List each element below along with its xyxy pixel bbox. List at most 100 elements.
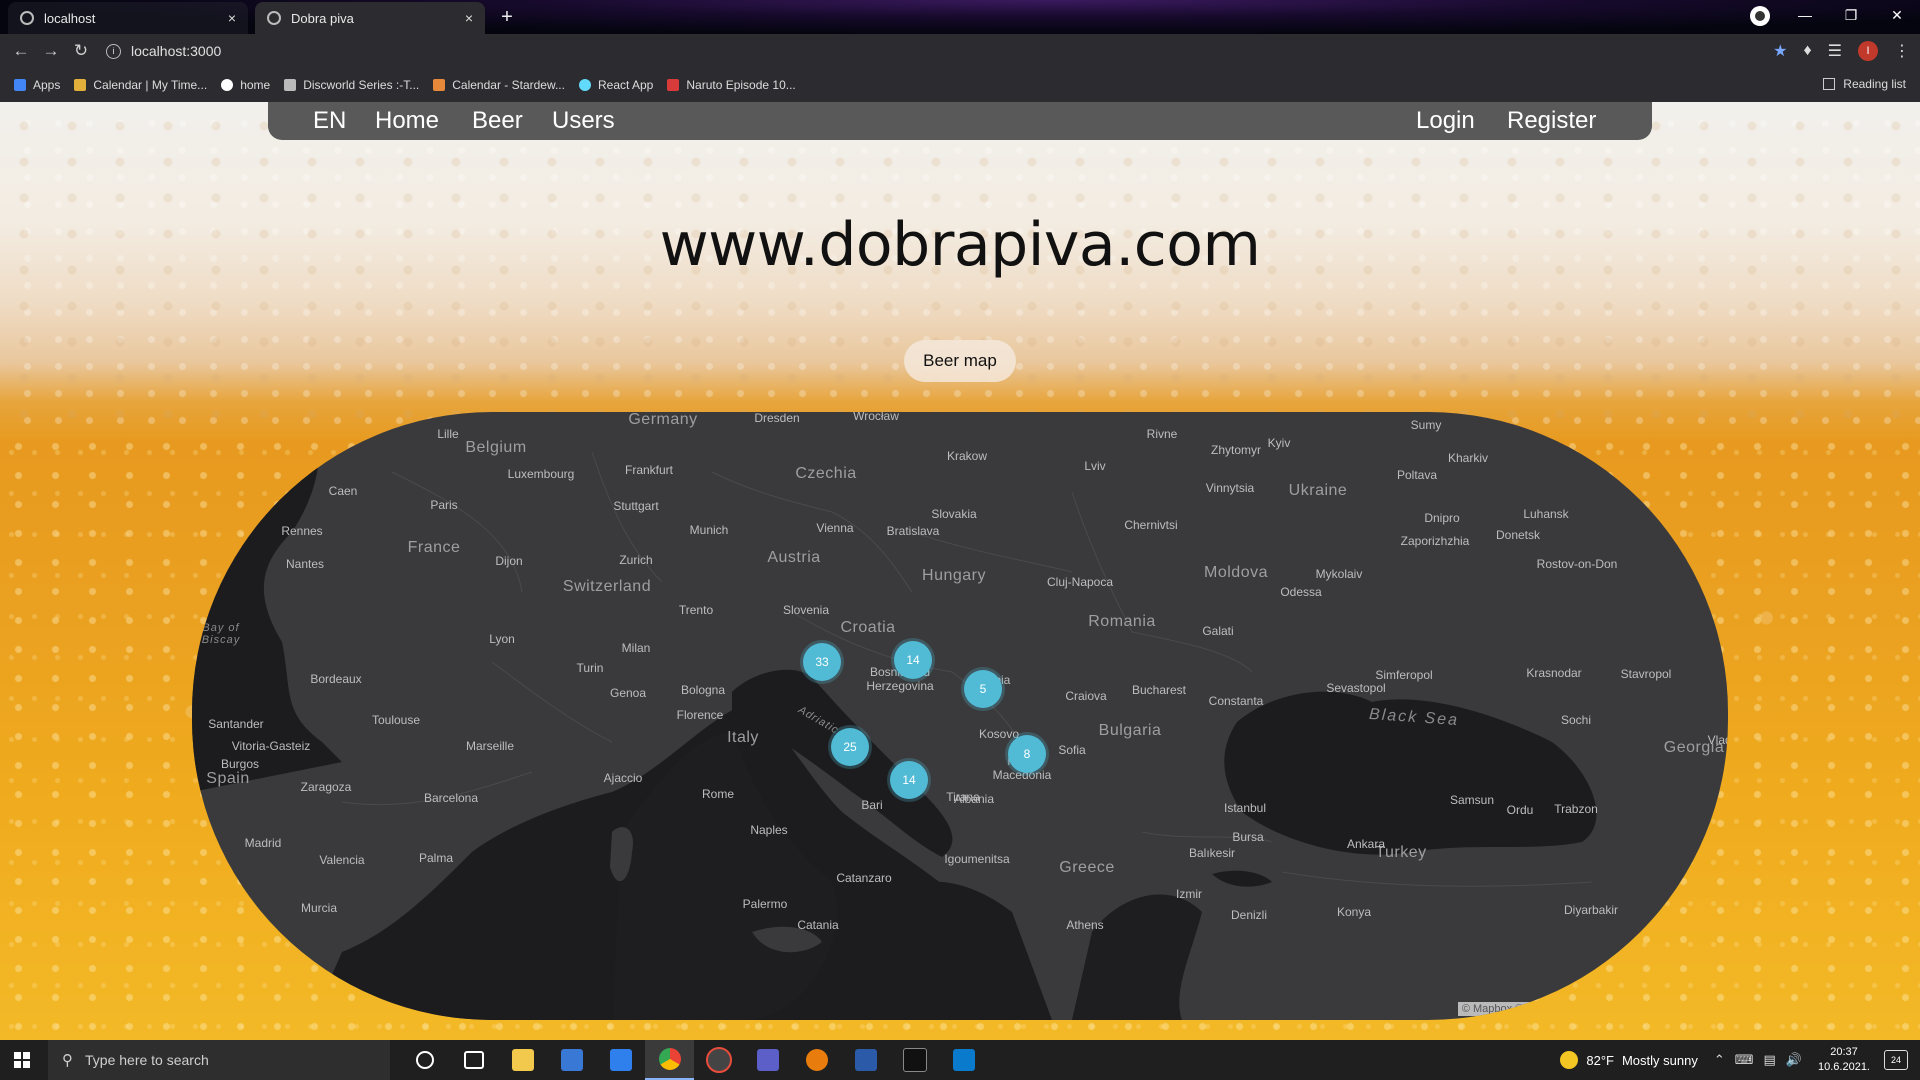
powershell-icon[interactable] <box>841 1040 890 1080</box>
beer-cluster-marker[interactable]: 25 <box>831 728 869 766</box>
reading-list-label: Reading list <box>1843 77 1906 91</box>
cortana-icon[interactable] <box>400 1040 449 1080</box>
volume-icon[interactable]: 🔊 <box>1786 1052 1802 1068</box>
city-label: Chernivtsi <box>1124 518 1178 532</box>
city-label: Genoa <box>609 686 647 700</box>
bookmark-item[interactable]: Calendar | My Time... <box>74 78 207 92</box>
blender-icon[interactable] <box>792 1040 841 1080</box>
site-title: www.dobrapiva.com <box>659 210 1261 280</box>
bookmark-label: Discworld Series :-T... <box>303 78 420 92</box>
bookmark-apps[interactable]: Apps <box>14 78 60 92</box>
city-label: Samsun <box>1449 793 1495 807</box>
bookmark-item[interactable]: React App <box>578 78 653 92</box>
city-label: Bologna <box>680 683 726 697</box>
teams-icon[interactable] <box>743 1040 792 1080</box>
tab-search-icon[interactable] <box>1750 6 1770 26</box>
info-icon[interactable]: i <box>106 43 121 59</box>
nav-home[interactable]: Home <box>375 107 439 135</box>
minimize-icon[interactable]: — <box>1782 7 1828 23</box>
bookmark-star-icon[interactable]: ★ <box>1773 41 1787 61</box>
city-label: Krakow <box>946 449 988 463</box>
tab-localhost[interactable]: localhost × <box>8 2 248 34</box>
city-label: Palermo <box>742 897 788 911</box>
tab-dobra-piva[interactable]: Dobra piva × <box>255 2 485 34</box>
profile-avatar[interactable]: I <box>1858 41 1878 61</box>
close-icon[interactable]: × <box>228 10 236 26</box>
tab-label: Dobra piva <box>291 10 354 26</box>
city-label: Luhansk <box>1523 507 1569 521</box>
city-label: Sevastopol <box>1326 681 1386 695</box>
network-icon[interactable]: ▤ <box>1764 1052 1776 1068</box>
nav-register[interactable]: Register <box>1507 107 1596 135</box>
city-label: Balıkesir <box>1188 846 1236 860</box>
nav-users[interactable]: Users <box>552 107 615 135</box>
country-label: Bulgaria <box>1098 722 1162 739</box>
close-icon[interactable]: × <box>465 10 473 26</box>
windows-start-icon[interactable] <box>14 1052 30 1068</box>
beer-cluster-marker[interactable]: 14 <box>894 641 932 679</box>
app-icon[interactable] <box>596 1040 645 1080</box>
city-label: Dijon <box>495 554 523 568</box>
vscode-icon[interactable] <box>939 1040 988 1080</box>
bookmark-item[interactable]: Naruto Episode 10... <box>667 78 796 92</box>
reading-list[interactable]: Reading list <box>1823 77 1906 91</box>
city-label: Ordu <box>1506 803 1534 817</box>
extensions-icon[interactable]: ♦ <box>1803 42 1811 60</box>
close-window-icon[interactable]: ✕ <box>1874 7 1920 24</box>
browser-tab-bar: localhost × Dobra piva × + — ❐ ✕ <box>0 0 1920 34</box>
weather-widget[interactable]: 82°F Mostly sunny <box>1560 1051 1698 1069</box>
search-placeholder: Type here to search <box>85 1052 209 1068</box>
city-label: Ankara <box>1346 837 1386 851</box>
page-content: EN Home Beer Users Login Register www.do… <box>0 102 1920 1040</box>
city-label: Diyarbakir <box>1563 903 1619 917</box>
bookmark-item[interactable]: Calendar - Stardew... <box>433 78 565 92</box>
beer-map-button[interactable]: Beer map <box>904 340 1016 382</box>
beer-cluster-marker[interactable]: 8 <box>1008 735 1046 773</box>
nav-language[interactable]: EN <box>313 107 346 135</box>
menu-icon[interactable]: ⋮ <box>1894 41 1910 61</box>
city-label: Arm <box>1711 822 1728 836</box>
calendar-icon <box>74 79 87 91</box>
back-icon[interactable]: ← <box>6 41 36 61</box>
taskbar-search[interactable]: ⚲ Type here to search <box>48 1040 390 1080</box>
city-label: Athens <box>1066 918 1104 932</box>
city-label: Bordeaux <box>310 672 362 686</box>
country-label: Belgium <box>465 439 527 456</box>
url-field[interactable]: i localhost:3000 <box>106 43 221 59</box>
store-icon[interactable] <box>547 1040 596 1080</box>
beer-cluster-marker[interactable]: 5 <box>964 670 1002 708</box>
city-label: Turin <box>576 661 604 675</box>
restore-icon[interactable]: ❐ <box>1828 7 1874 24</box>
task-view-icon[interactable] <box>449 1040 498 1080</box>
forward-icon[interactable]: → <box>36 41 66 61</box>
notification-icon[interactable]: 24 <box>1884 1050 1908 1070</box>
map-attribution[interactable]: © Mapbox © OpenStreetMap <box>1457 1002 1608 1016</box>
chevron-up-icon[interactable]: ⌃ <box>1714 1052 1725 1068</box>
react-icon <box>578 79 591 91</box>
terminal-icon[interactable] <box>890 1040 939 1080</box>
beer-cluster-marker[interactable]: 14 <box>890 761 928 799</box>
reload-icon[interactable]: ↻ <box>66 41 96 61</box>
new-tab-button[interactable]: + <box>495 6 519 29</box>
file-explorer-icon[interactable] <box>498 1040 547 1080</box>
beer-cluster-marker[interactable]: 33 <box>803 643 841 681</box>
chrome-icon[interactable] <box>645 1040 694 1080</box>
nav-login[interactable]: Login <box>1416 107 1475 135</box>
bookmark-item[interactable]: home <box>221 78 270 92</box>
apps-grid-icon <box>14 79 26 91</box>
city-label: Bucharest <box>1131 683 1187 697</box>
clock[interactable]: 20:37 10.6.2021. <box>1818 1045 1870 1075</box>
city-label: Odessa <box>1280 585 1322 599</box>
city-label: Zaragoza <box>300 780 352 794</box>
music-player-icon[interactable] <box>694 1040 743 1080</box>
map-land-water <box>192 412 1597 1020</box>
nav-beer[interactable]: Beer <box>472 107 523 135</box>
address-bar: ← → ↻ i localhost:3000 ★ ♦ ☰ I ⋮ <box>0 34 1920 68</box>
city-label: Stavropol <box>1620 667 1672 681</box>
beer-map[interactable]: Germany Belgium Luxembourg Czechia Slova… <box>192 412 1728 1020</box>
country-label: Romania <box>1088 613 1156 630</box>
city-label: Palma <box>418 851 454 865</box>
keyboard-icon[interactable]: ⌨ <box>1735 1052 1754 1068</box>
media-icon[interactable]: ☰ <box>1828 41 1842 61</box>
bookmark-item[interactable]: Discworld Series :-T... <box>284 78 419 92</box>
